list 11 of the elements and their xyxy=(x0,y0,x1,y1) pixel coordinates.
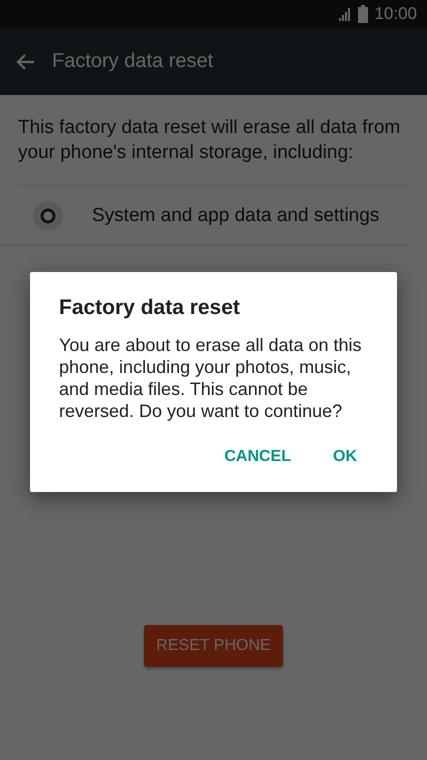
dialog-title: Factory data reset xyxy=(59,296,241,320)
reset-phone-button[interactable]: RESET PHONE xyxy=(144,625,283,667)
battery-icon xyxy=(358,5,368,23)
dialog-message: You are about to erase all data on this phone, including your photos, music, and media files. This cannot be reversed. Do you want to continue? xyxy=(59,334,363,422)
dialog-button[interactable]: CANCEL xyxy=(212,440,303,474)
signal-icon xyxy=(338,7,352,21)
screen-title: Factory data reset xyxy=(52,50,214,73)
status-time: 10:00 xyxy=(374,4,417,24)
intro-text: This factory data reset will erase all data from your phone's internal storage, including: xyxy=(18,115,409,186)
item-label: System and app data and settings xyxy=(92,204,380,226)
dialog-button[interactable]: OK xyxy=(321,440,369,474)
